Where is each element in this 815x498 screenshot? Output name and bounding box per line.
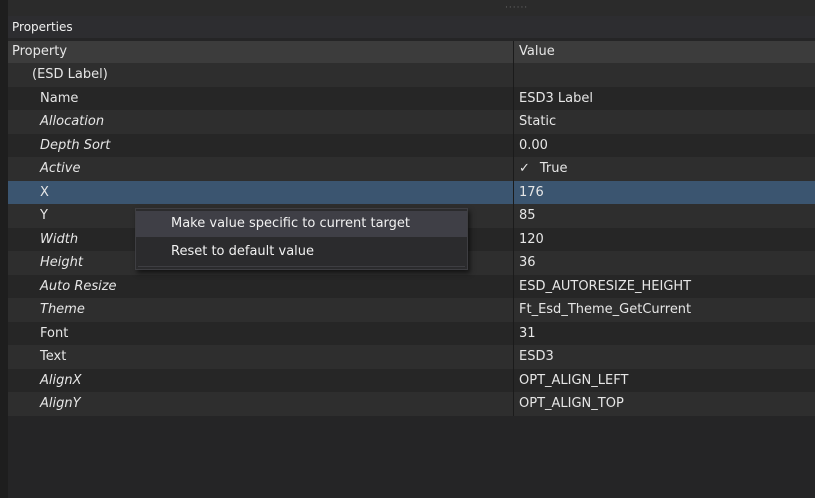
property-row[interactable]: Text ESD3 [8,345,815,369]
menu-item-make-value-specific[interactable]: Make value specific to current target [136,211,467,237]
property-name: (ESD Label) [32,67,108,82]
property-value[interactable]: Ft_Esd_Theme_GetCurrent [519,298,691,322]
property-row[interactable]: (ESD Label) [8,63,815,87]
property-value[interactable]: 36 [519,251,536,275]
property-row[interactable]: Active ✓ True [8,157,815,181]
property-row[interactable]: Theme Ft_Esd_Theme_GetCurrent [8,298,815,322]
property-name: Name [40,90,79,106]
property-row[interactable]: Font 31 [8,321,815,346]
property-value[interactable]: ✓ True [519,157,568,181]
property-name: AlignY [40,396,81,411]
property-name: Active [40,161,81,176]
property-name: Depth Sort [40,137,111,153]
property-name: Height [40,255,83,270]
property-name: AlignX [40,372,82,388]
context-menu: Make value specific to current target Re… [135,208,468,270]
property-value[interactable]: 0.00 [519,134,548,158]
column-divider [513,157,514,181]
column-divider [513,133,514,157]
property-value[interactable]: 31 [519,322,536,346]
property-row[interactable]: Name ESD3 Label [8,86,815,111]
property-name: Font [40,325,69,341]
property-value[interactable]: OPT_ALIGN_LEFT [519,369,628,393]
panel-drag-handle[interactable]: ······ [8,0,815,16]
property-row[interactable]: Auto Resize ESD_AUTORESIZE_HEIGHT [8,274,815,299]
column-divider [513,86,514,110]
property-name: Theme [40,302,85,317]
grip-dots-icon: ······ [505,3,529,13]
property-name: Text [40,349,67,364]
column-divider [513,227,514,251]
property-value[interactable]: 120 [519,228,544,252]
panel-title: Properties [8,16,815,38]
property-value-text: True [539,161,568,176]
menu-item-reset-default[interactable]: Reset to default value [136,239,467,265]
menu-bottom-divider [138,266,465,267]
column-header-value[interactable]: Value [519,41,555,63]
column-divider [513,180,514,204]
column-divider [513,345,514,369]
property-row[interactable]: Allocation Static [8,110,815,134]
column-divider [513,204,514,228]
column-divider [513,63,514,87]
property-name: Allocation [40,114,105,129]
property-value[interactable]: ESD3 Label [519,87,593,111]
property-row[interactable]: Depth Sort 0.00 [8,133,815,158]
property-name: Auto Resize [40,278,117,294]
property-value[interactable]: ESD3 [519,345,554,369]
column-divider[interactable] [513,41,514,63]
property-row[interactable]: AlignX OPT_ALIGN_LEFT [8,368,815,393]
column-divider [513,251,514,275]
property-name: Y [40,208,48,223]
column-header-property[interactable]: Property [12,41,67,63]
properties-panel: ······ Properties Property Value (ESD La… [8,0,815,498]
property-value[interactable]: 176 [519,181,544,205]
property-row[interactable]: X 176 [8,180,815,205]
column-divider [513,321,514,345]
column-divider [513,392,514,416]
column-divider [513,298,514,322]
property-name: X [40,184,49,200]
property-value[interactable]: 85 [519,204,536,228]
column-divider [513,274,514,298]
checkmark-icon[interactable]: ✓ [519,161,530,176]
property-value[interactable]: ESD_AUTORESIZE_HEIGHT [519,275,691,299]
property-row[interactable]: AlignY OPT_ALIGN_TOP [8,392,815,416]
property-value[interactable]: Static [519,110,556,134]
grid-header: Property Value [8,41,815,63]
property-name: Width [40,231,79,247]
column-divider [513,110,514,134]
property-value[interactable]: OPT_ALIGN_TOP [519,392,624,416]
column-divider [513,368,514,392]
